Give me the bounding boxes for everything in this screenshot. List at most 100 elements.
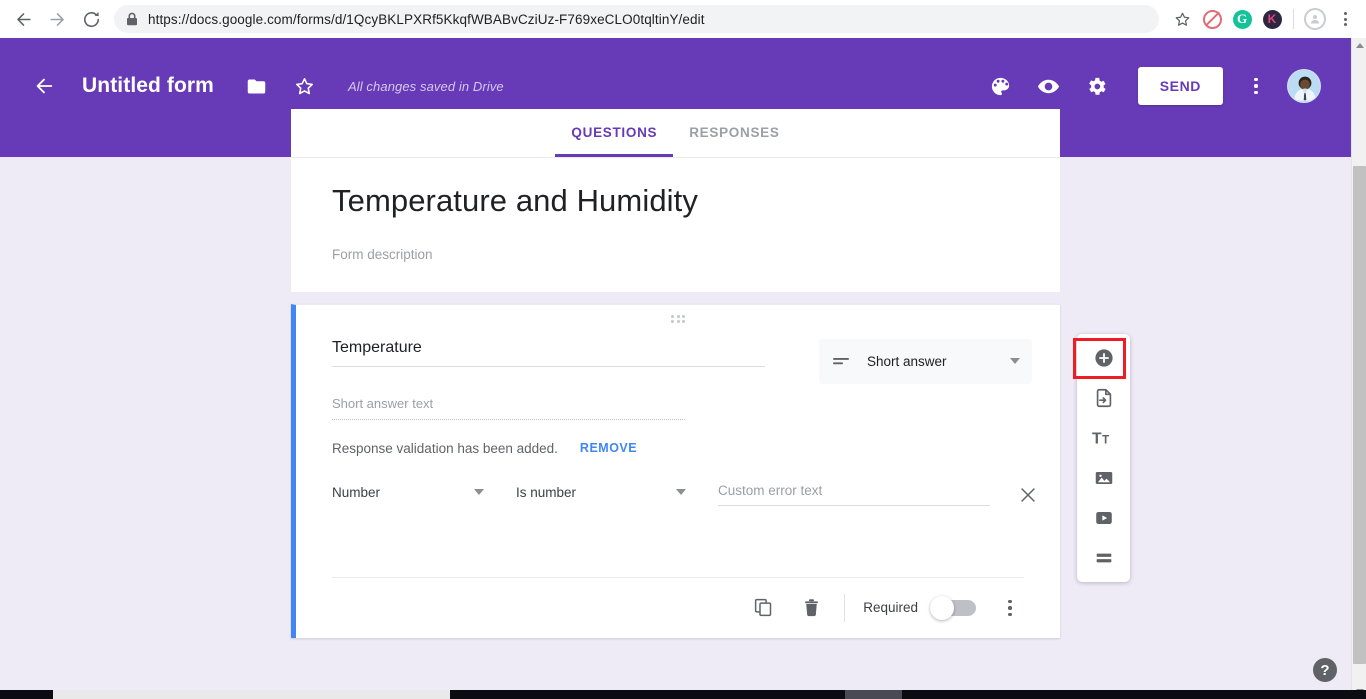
add-video-icon — [1095, 512, 1112, 524]
validation-type-label: Number — [332, 484, 381, 500]
form-name-field[interactable]: Untitled form — [82, 74, 214, 98]
chevron-down-icon — [1010, 358, 1020, 365]
form-description-input[interactable]: Form description — [332, 247, 1019, 262]
kami-extension-button[interactable]: K — [1257, 4, 1287, 34]
browser-profile-button[interactable] — [1300, 4, 1330, 34]
close-icon — [1021, 488, 1035, 502]
browser-reload-button[interactable] — [74, 2, 108, 36]
lock-icon — [126, 12, 138, 26]
bookmark-button[interactable] — [1167, 4, 1197, 34]
question-card[interactable]: Temperature Short answer text Short answ… — [291, 303, 1060, 638]
delete-question-button[interactable] — [792, 589, 830, 627]
page-title[interactable]: Temperature and Humidity — [332, 182, 1019, 221]
browser-menu-icon — [1343, 12, 1347, 26]
page-viewport: Untitled form All changes saved in Drive — [0, 38, 1351, 699]
url-text: https://docs.google.com/forms/d/1QcyBKLP… — [148, 11, 705, 27]
import-questions-button[interactable] — [1084, 378, 1124, 418]
remove-validation-link[interactable]: REMOVE — [580, 441, 637, 455]
add-section-button[interactable] — [1084, 538, 1124, 578]
browser-menu-button[interactable] — [1330, 4, 1360, 34]
svg-text:T: T — [1102, 435, 1109, 447]
validation-rule-select[interactable]: Is number — [516, 485, 686, 505]
move-to-folder-button[interactable] — [240, 69, 274, 103]
gear-icon — [1089, 77, 1106, 95]
form-tabs: QUESTIONS RESPONSES — [291, 109, 1060, 157]
tab-responses[interactable]: RESPONSES — [673, 125, 795, 157]
question-more-button[interactable] — [996, 592, 1024, 624]
trash-icon — [804, 599, 818, 617]
close-validation-button[interactable] — [1016, 483, 1040, 507]
forward-arrow-icon — [49, 12, 64, 26]
scroll-up-button[interactable] — [1352, 38, 1366, 53]
short-answer-preview: Short answer text — [332, 396, 685, 420]
form-title-card: Temperature and Humidity Form descriptio… — [291, 157, 1060, 292]
settings-button[interactable] — [1080, 69, 1114, 103]
add-question-button[interactable] — [1084, 338, 1124, 378]
add-image-button[interactable] — [1084, 458, 1124, 498]
scrollbar-thumb[interactable] — [1353, 166, 1366, 664]
add-image-icon — [1095, 472, 1112, 484]
page-scrollbar[interactable] — [1351, 38, 1366, 699]
validation-note-text: Response validation has been added. — [332, 440, 558, 456]
star-icon — [296, 77, 314, 94]
scroll-up-icon — [1355, 43, 1364, 48]
validation-type-select[interactable]: Number — [332, 485, 484, 505]
kami-extension-icon: K — [1262, 9, 1282, 29]
validation-controls: Number Is number Custom error text — [296, 456, 1060, 507]
required-toggle[interactable] — [930, 595, 976, 620]
add-item-toolbar: T T — [1077, 334, 1130, 582]
save-status: All changes saved in Drive — [347, 78, 504, 94]
forms-back-button[interactable] — [28, 70, 60, 102]
validation-rule-label: Is number — [516, 484, 577, 500]
question-title-input[interactable]: Temperature — [332, 339, 765, 367]
adblock-extension-icon — [1202, 9, 1222, 29]
profile-icon — [1304, 8, 1326, 30]
address-bar[interactable]: https://docs.google.com/forms/d/1QcyBKLP… — [114, 5, 1159, 33]
svg-text:T: T — [1092, 431, 1102, 448]
browser-back-button[interactable] — [6, 2, 40, 36]
add-section-icon — [1096, 553, 1111, 563]
validation-note: Response validation has been added. REMO… — [296, 420, 1060, 456]
duplicate-question-button[interactable] — [744, 589, 782, 627]
add-video-button[interactable] — [1084, 498, 1124, 538]
send-button[interactable]: SEND — [1137, 67, 1223, 105]
preview-button[interactable] — [1032, 69, 1066, 103]
add-title-description-button[interactable]: T T — [1084, 418, 1124, 458]
browser-forward-button[interactable] — [40, 2, 74, 36]
taskbar-item-segment[interactable] — [845, 690, 902, 699]
browser-actions: G K — [1167, 4, 1366, 34]
chevron-down-icon — [474, 489, 484, 496]
browser-toolbar: https://docs.google.com/forms/d/1QcyBKLP… — [0, 0, 1366, 38]
add-question-icon — [1094, 349, 1113, 367]
palette-icon — [992, 77, 1010, 95]
taskbar-window-segment[interactable] — [53, 690, 450, 699]
import-questions-icon — [1096, 388, 1111, 408]
question-footer: Required — [332, 576, 1024, 638]
duplicate-icon — [754, 599, 771, 617]
star-form-button[interactable] — [288, 69, 322, 103]
more-options-button[interactable] — [1243, 71, 1269, 101]
chevron-down-icon — [676, 489, 686, 496]
grammarly-extension-icon: G — [1232, 9, 1252, 29]
help-button[interactable]: ? — [1313, 658, 1337, 682]
required-label: Required — [863, 600, 918, 616]
folder-icon — [248, 79, 266, 93]
toolbar-divider — [1293, 9, 1294, 29]
question-type-select[interactable]: Short answer — [819, 338, 1032, 384]
user-avatar-photo — [1288, 70, 1320, 102]
avatar[interactable] — [1287, 69, 1321, 103]
tab-questions[interactable]: QUESTIONS — [555, 125, 674, 157]
eye-icon — [1038, 79, 1060, 93]
drag-handle[interactable] — [296, 314, 1060, 324]
custom-error-input[interactable]: Custom error text — [718, 483, 990, 507]
grammarly-extension-button[interactable]: G — [1227, 4, 1257, 34]
footer-divider — [844, 593, 846, 622]
toggle-knob — [930, 595, 954, 620]
form-content: Temperature and Humidity Form descriptio… — [291, 157, 1060, 638]
back-arrow-icon — [36, 78, 53, 94]
question-type-label: Short answer — [867, 353, 947, 369]
short-answer-icon — [833, 358, 849, 365]
customize-theme-button[interactable] — [984, 69, 1018, 103]
more-vert-icon — [1008, 599, 1012, 603]
adblock-extension-button[interactable] — [1197, 4, 1227, 34]
